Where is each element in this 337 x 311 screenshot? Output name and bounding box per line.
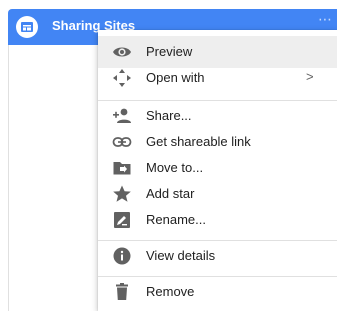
menu-item-view-details[interactable]: View details [98, 240, 337, 272]
folder-move-icon [112, 158, 132, 178]
menu-item-label: Open with [146, 70, 205, 85]
menu-item-label: Get shareable link [146, 134, 251, 149]
menu-item-label: Move to... [146, 160, 204, 175]
star-icon [112, 184, 132, 204]
menu-item-label: Remove [146, 284, 195, 299]
menu-item-label: Add star [146, 186, 195, 201]
info-icon [112, 246, 132, 266]
context-menu: Preview Open with > Share... Get shareab… [98, 30, 337, 311]
move-arrows-icon [112, 68, 132, 88]
submenu-chevron-icon: > [306, 69, 314, 84]
file-list-border [8, 40, 9, 311]
google-sites-icon [16, 16, 38, 38]
menu-item-open-with[interactable]: Open with > [98, 62, 337, 94]
menu-item-remove[interactable]: Remove [98, 276, 337, 308]
more-options-icon[interactable]: ⋯ [318, 11, 333, 28]
menu-item-label: View details [146, 248, 216, 263]
eye-icon [112, 42, 132, 62]
menu-item-rename[interactable]: Rename... [98, 204, 337, 236]
person-add-icon [112, 106, 132, 126]
rename-icon [112, 210, 132, 230]
menu-item-label: Rename... [146, 212, 206, 227]
link-icon [112, 132, 132, 152]
menu-item-label: Preview [146, 44, 193, 59]
menu-item-label: Share... [146, 108, 192, 123]
trash-icon [112, 282, 132, 302]
